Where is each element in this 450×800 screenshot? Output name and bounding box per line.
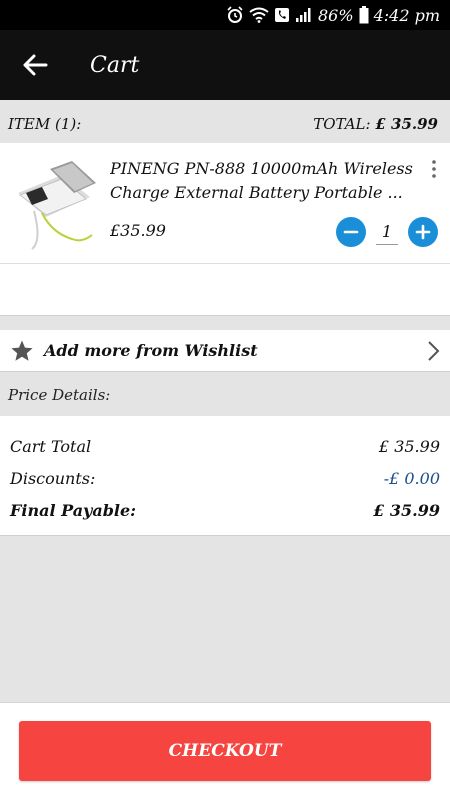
call-icon [275,8,289,22]
quantity-field[interactable]: 1 [376,220,398,245]
plus-icon [415,224,431,240]
signal-icon [296,8,311,22]
price-row-label: Discounts: [10,468,96,488]
checkout-button[interactable]: CHECKOUT [19,721,431,781]
star-icon [11,340,33,361]
price-row-label: Final Payable: [10,500,137,520]
decrease-quantity-button[interactable] [336,217,366,247]
cart-total-summary: TOTAL: £ 35.99 [313,115,438,133]
price-row-value: £ 35.99 [378,436,440,456]
chevron-right-icon [428,340,440,361]
total-label: TOTAL: [313,115,371,133]
divider [0,263,450,264]
discounts-row: Discounts: -£ 0.00 [10,462,440,494]
battery-icon [359,6,369,24]
cart-item-card: PINENG PN-888 10000mAh Wireless Charge E… [0,143,450,316]
final-payable-row: Final Payable: £ 35.99 [10,494,440,526]
cart-total-row: Cart Total £ 35.99 [10,430,440,462]
wifi-icon [249,7,269,23]
items-summary: ITEM (1): TOTAL: £ 35.99 [0,106,450,142]
more-vertical-icon[interactable] [428,159,440,179]
product-image [12,153,100,253]
back-button[interactable] [0,30,70,100]
add-from-wishlist-row[interactable]: Add more from Wishlist [0,330,450,372]
app-bar: Cart [0,30,450,100]
bottom-bar: CHECKOUT [0,702,450,800]
product-price: £35.99 [110,221,166,240]
price-details-card: Cart Total £ 35.99 Discounts: -£ 0.00 Fi… [0,416,450,536]
item-count-label: ITEM (1): [8,115,82,133]
quantity-stepper: 1 [336,217,438,247]
total-value: £ 35.99 [375,115,438,133]
status-bar: 86% 4:42 pm [0,0,450,30]
wishlist-label: Add more from Wishlist [44,341,258,360]
price-row-value: £ 35.99 [373,500,440,520]
product-name-line2: Charge External Battery Portable ... [110,183,403,202]
clock: 4:42 pm [373,5,440,25]
price-row-label: Cart Total [10,436,92,456]
price-details-heading: Price Details: [8,386,111,404]
increase-quantity-button[interactable] [408,217,438,247]
minus-icon [343,230,359,234]
price-row-value: -£ 0.00 [383,468,440,488]
product-name-line1: PINENG PN-888 10000mAh Wireless [110,159,413,178]
battery-percent: 86% [318,5,354,25]
product-name[interactable]: PINENG PN-888 10000mAh Wireless Charge E… [110,157,420,205]
page-title: Cart [90,52,140,78]
arrow-left-icon [23,54,48,76]
alarm-icon [227,6,243,23]
